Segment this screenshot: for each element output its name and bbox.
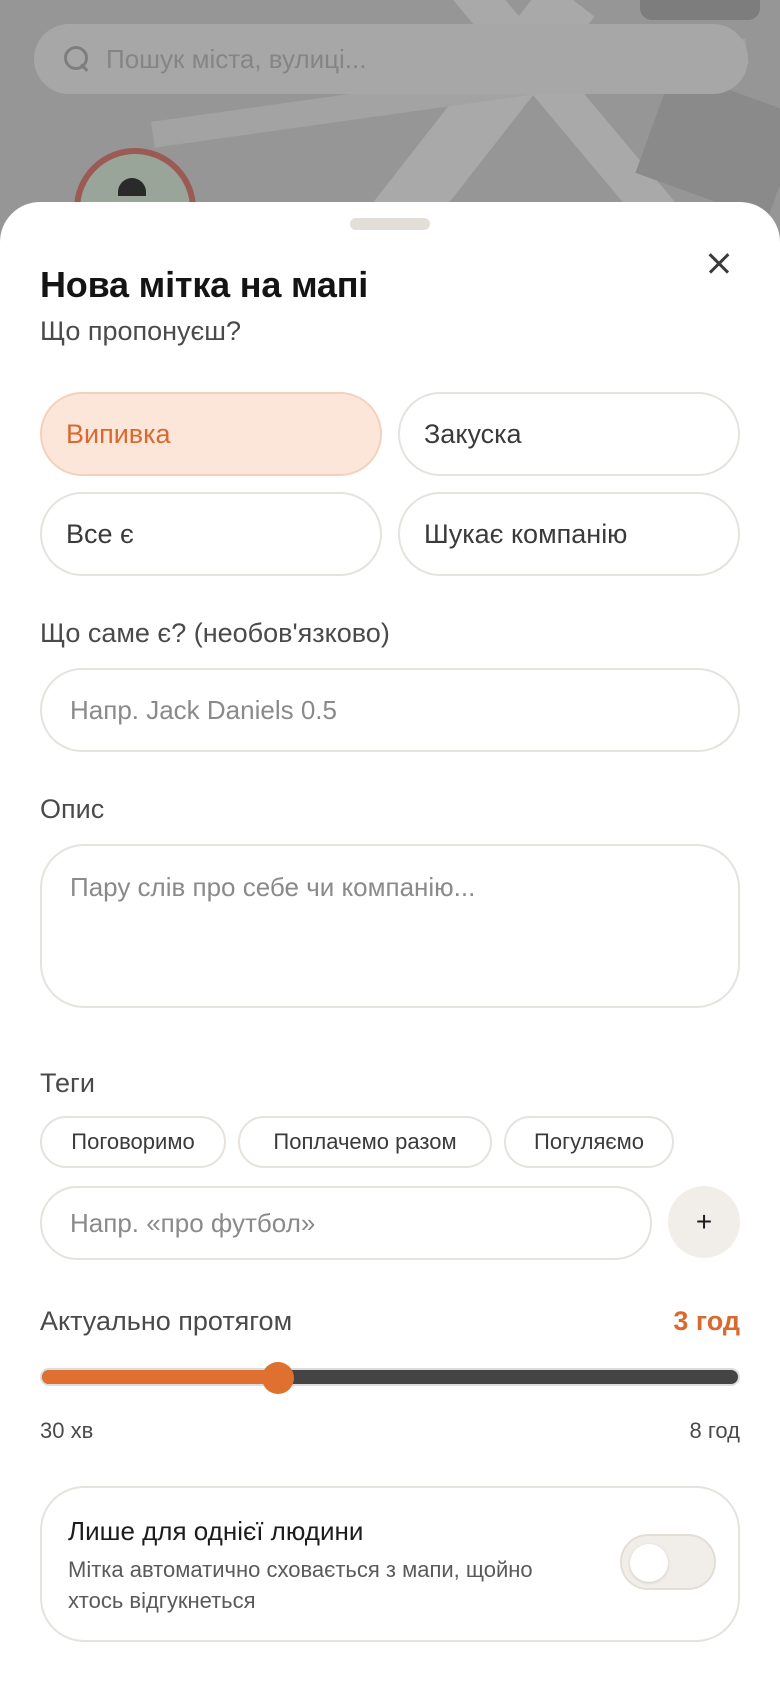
map-block <box>640 0 760 20</box>
duration-slider-thumb[interactable] <box>262 1362 294 1394</box>
what-label: Що саме є? (необов'язково) <box>40 618 390 648</box>
duration-slider-track[interactable] <box>40 1368 740 1386</box>
tag-chip[interactable]: Погуляємо <box>504 1116 674 1168</box>
close-icon[interactable] <box>700 244 740 284</box>
description-textarea[interactable]: Пару слів про себе чи компанію... <box>40 844 740 1008</box>
offer-option-snack[interactable]: Закуска <box>398 392 740 476</box>
description-placeholder: Пару слів про себе чи компанію... <box>70 872 476 902</box>
new-pin-sheet: Нова мітка на мапі Що пропонуєш? Випивка… <box>0 202 780 1688</box>
what-placeholder: Напр. Jack Daniels 0.5 <box>70 694 337 725</box>
tags-label: Теги <box>40 1068 95 1098</box>
toggle-thumb <box>630 1544 668 1582</box>
duration-value: 3 год <box>673 1306 740 1336</box>
description-label: Опис <box>40 794 105 824</box>
offer-option-company[interactable]: Шукає компанію <box>398 492 740 576</box>
single-person-title: Лише для однієї людини <box>68 1516 364 1546</box>
single-person-card: Лише для однієї людини Мітка автоматично… <box>40 1486 740 1642</box>
duration-slider-fill <box>42 1370 279 1384</box>
duration-label: Актуально протягом <box>40 1306 293 1336</box>
offer-option-all[interactable]: Все є <box>40 492 382 576</box>
tag-input[interactable]: Напр. «про футбол» <box>40 1186 652 1260</box>
duration-min-label: 30 хв <box>40 1418 94 1443</box>
single-person-description: Мітка автоматично сховається з мапи, щой… <box>68 1557 533 1613</box>
sheet-title: Нова мітка на мапі <box>40 264 369 305</box>
single-person-toggle[interactable] <box>620 1534 716 1590</box>
map-search-bar[interactable]: Пошук міста, вулиці... <box>34 24 748 94</box>
offer-option-drink[interactable]: Випивка <box>40 392 382 476</box>
what-input[interactable]: Напр. Jack Daniels 0.5 <box>40 668 740 752</box>
search-icon <box>62 44 92 74</box>
tag-placeholder: Напр. «про футбол» <box>70 1207 316 1238</box>
tag-chip[interactable]: Поговоримо <box>40 1116 226 1168</box>
tag-chip[interactable]: Поплачемо разом <box>238 1116 492 1168</box>
search-placeholder: Пошук міста, вулиці... <box>106 43 367 74</box>
add-tag-button[interactable]: + <box>668 1186 740 1258</box>
duration-max-label: 8 год <box>689 1418 740 1443</box>
sheet-drag-handle[interactable] <box>350 218 430 230</box>
offer-label: Що пропонуєш? <box>40 316 241 346</box>
